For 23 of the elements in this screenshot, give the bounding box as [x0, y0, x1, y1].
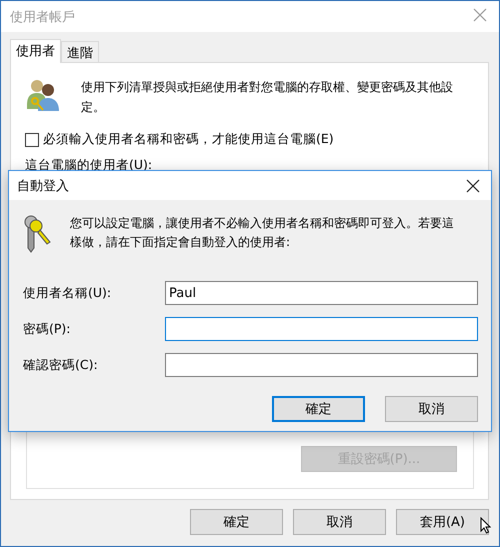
- dialog-button[interactable]: 確定: [190, 509, 283, 535]
- users-icon: [25, 77, 61, 113]
- checkbox-label: 必須輸入使用者名稱和密碼，才能使用這台電腦(E): [43, 131, 334, 148]
- dialog-button[interactable]: 套用(A): [396, 509, 489, 535]
- text-field[interactable]: [165, 353, 478, 377]
- tab[interactable]: 進階: [61, 41, 99, 62]
- dialog-button[interactable]: 確定: [272, 396, 365, 422]
- field-label: 使用者名稱(U):: [22, 284, 112, 302]
- tab[interactable]: 使用者: [10, 39, 61, 63]
- close-icon[interactable]: [466, 178, 480, 192]
- dialog-title: 自動登入: [17, 178, 69, 194]
- message-text: 您可以設定電腦，讓使用者不必輸入使用者名稱和密碼即可登入。若要這樣做，請在下面指定會自動登入的使用者:: [70, 215, 455, 251]
- text-field[interactable]: Paul: [165, 281, 478, 305]
- field-label: 確認密碼(C):: [22, 356, 99, 374]
- keys-icon: [22, 214, 52, 254]
- field-label: 密碼(P):: [22, 320, 72, 338]
- cursor-icon: [480, 517, 491, 534]
- dialog-button[interactable]: 取消: [385, 396, 478, 422]
- window-title: 使用者帳戶: [10, 8, 75, 26]
- checkbox[interactable]: [25, 132, 39, 146]
- dialog-button[interactable]: 取消: [293, 509, 386, 535]
- text-field[interactable]: [165, 317, 478, 341]
- description-text: 使用下列清單授與或拒絕使用者對您電腦的存取權、變更密碼及其他設定。: [81, 79, 454, 116]
